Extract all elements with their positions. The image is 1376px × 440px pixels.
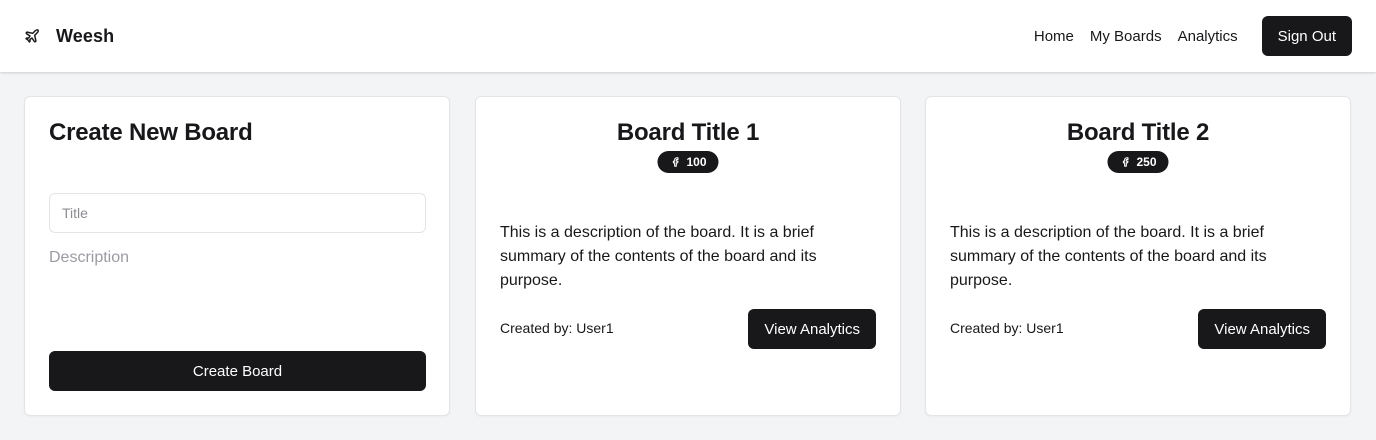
description-input[interactable] [49, 249, 426, 339]
navbar: Weesh Home My Boards Analytics Sign Out [0, 0, 1376, 72]
board-title: Board Title 1 [616, 119, 760, 146]
board-card: Board Title 1 100 This is a description … [475, 96, 901, 416]
board-description: This is a description of the board. It i… [500, 224, 817, 289]
title-input[interactable] [49, 193, 426, 233]
created-by-label: Created by: User1 [950, 320, 1064, 336]
main-nav: Home My Boards Analytics Sign Out [1034, 16, 1352, 56]
board-description: This is a description of the board. It i… [950, 224, 1267, 289]
nav-link-home[interactable]: Home [1034, 28, 1074, 45]
brand[interactable]: Weesh [24, 26, 114, 47]
create-board-button[interactable]: Create Board [49, 351, 426, 391]
count-badge: 250 [1107, 151, 1169, 173]
brand-name: Weesh [56, 25, 115, 46]
nav-link-analytics[interactable]: Analytics [1178, 28, 1238, 45]
create-board-card: Create New Board Create Board [24, 96, 450, 416]
sign-out-button[interactable]: Sign Out [1261, 16, 1352, 56]
facebook-icon [670, 156, 680, 168]
facebook-icon [1120, 156, 1130, 168]
paper-plane-icon [24, 28, 40, 44]
count-badge: 100 [657, 151, 719, 173]
view-analytics-button[interactable]: View Analytics [748, 309, 876, 349]
nav-link-my-boards[interactable]: My Boards [1090, 28, 1162, 45]
badge-count: 100 [686, 155, 707, 169]
badge-count: 250 [1136, 155, 1157, 169]
created-by-label: Created by: User1 [500, 320, 614, 336]
create-board-heading: Create New Board [49, 119, 253, 146]
view-analytics-button[interactable]: View Analytics [1198, 309, 1326, 349]
board-card: Board Title 2 250 This is a description … [925, 96, 1351, 416]
board-title: Board Title 2 [1066, 119, 1210, 146]
